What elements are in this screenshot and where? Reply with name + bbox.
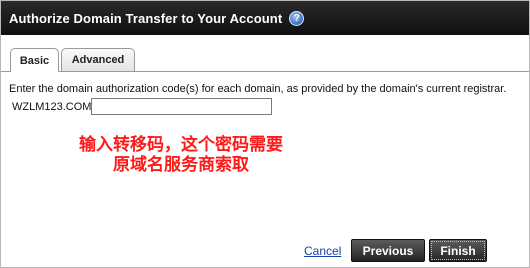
dialog-titlebar: Authorize Domain Transfer to Your Accoun…: [1, 1, 529, 35]
help-icon[interactable]: ?: [289, 10, 305, 26]
question-mark-glyph: ?: [293, 12, 300, 24]
cancel-link[interactable]: Cancel: [304, 244, 341, 258]
active-tab-gap: [11, 71, 58, 72]
transfer-dialog: Authorize Domain Transfer to Your Accoun…: [0, 0, 530, 268]
annotation-text: 输入转移码，这个密码需要 原域名服务商索取: [41, 135, 321, 175]
annotation-line-2: 原域名服务商索取: [113, 155, 249, 175]
finish-button[interactable]: Finish: [429, 239, 487, 262]
tab-basic[interactable]: Basic: [10, 48, 59, 72]
instruction-text: Enter the domain authorization code(s) f…: [9, 83, 507, 95]
tab-advanced[interactable]: Advanced: [61, 48, 135, 71]
previous-button[interactable]: Previous: [351, 239, 425, 262]
annotation-line-1: 输入转移码，这个密码需要: [79, 135, 283, 155]
tab-divider: [1, 71, 529, 72]
dialog-title: Authorize Domain Transfer to Your Accoun…: [9, 10, 283, 26]
auth-code-input[interactable]: [91, 98, 272, 115]
tab-bar: Basic Advanced: [10, 48, 137, 72]
domain-name-label: WZLM123.COM: [12, 101, 92, 113]
